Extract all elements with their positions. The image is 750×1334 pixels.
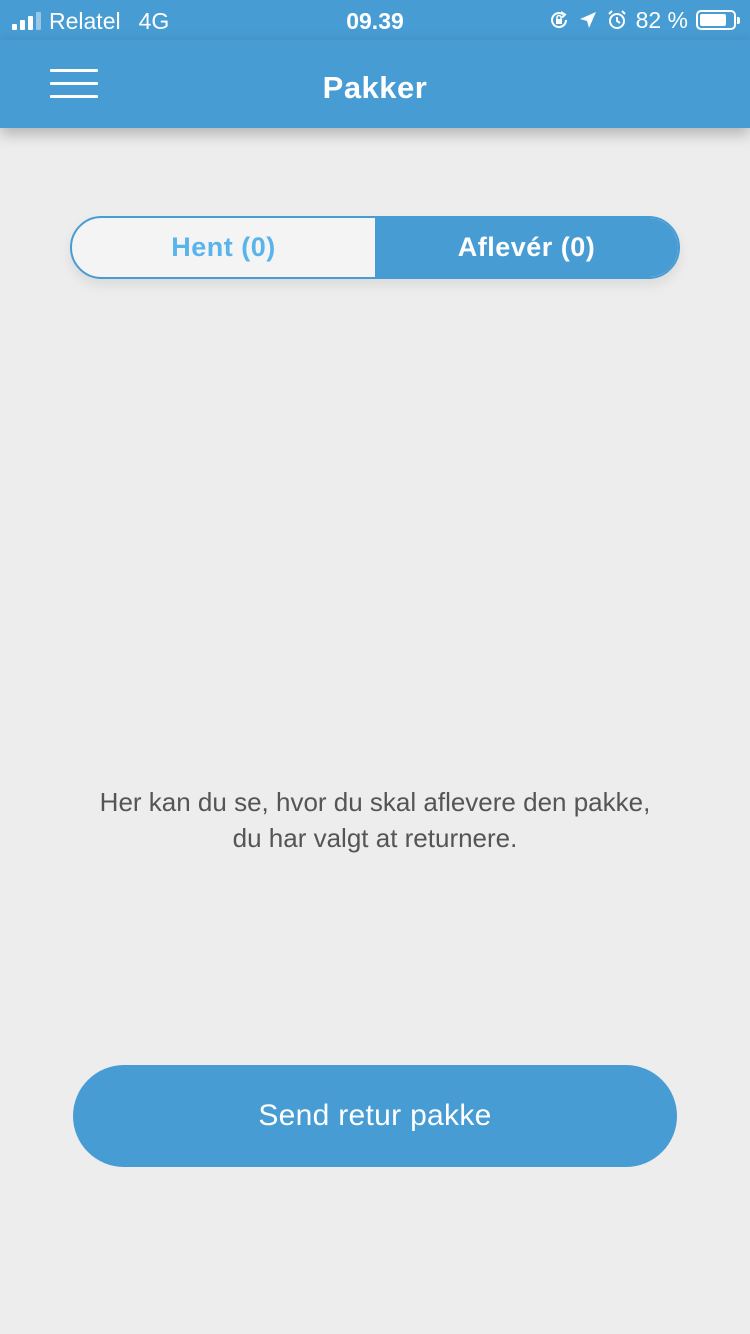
alarm-icon — [607, 10, 626, 29]
battery-percentage: 82 % — [635, 7, 688, 33]
status-bar-right: 82 % — [548, 7, 740, 33]
location-arrow-icon — [579, 12, 596, 28]
empty-state-message: Her kan du se, hvor du skal aflevere den… — [99, 787, 651, 853]
battery-icon — [696, 10, 740, 30]
tab-aflever[interactable]: Aflevér (0) — [375, 218, 678, 277]
send-return-package-button[interactable]: Send retur pakke — [73, 1065, 677, 1167]
battery-nub — [737, 17, 740, 24]
segmented-control: Hent (0) Aflevér (0) — [70, 216, 680, 279]
page-title: Pakker — [322, 70, 428, 105]
battery-level-fill — [700, 14, 726, 26]
tab-hent[interactable]: Hent (0) — [72, 218, 375, 277]
header-bar: Pakker — [0, 40, 750, 128]
orientation-lock-icon — [550, 11, 567, 29]
status-bar: Relatel 4G 09.39 82 % — [0, 0, 750, 40]
